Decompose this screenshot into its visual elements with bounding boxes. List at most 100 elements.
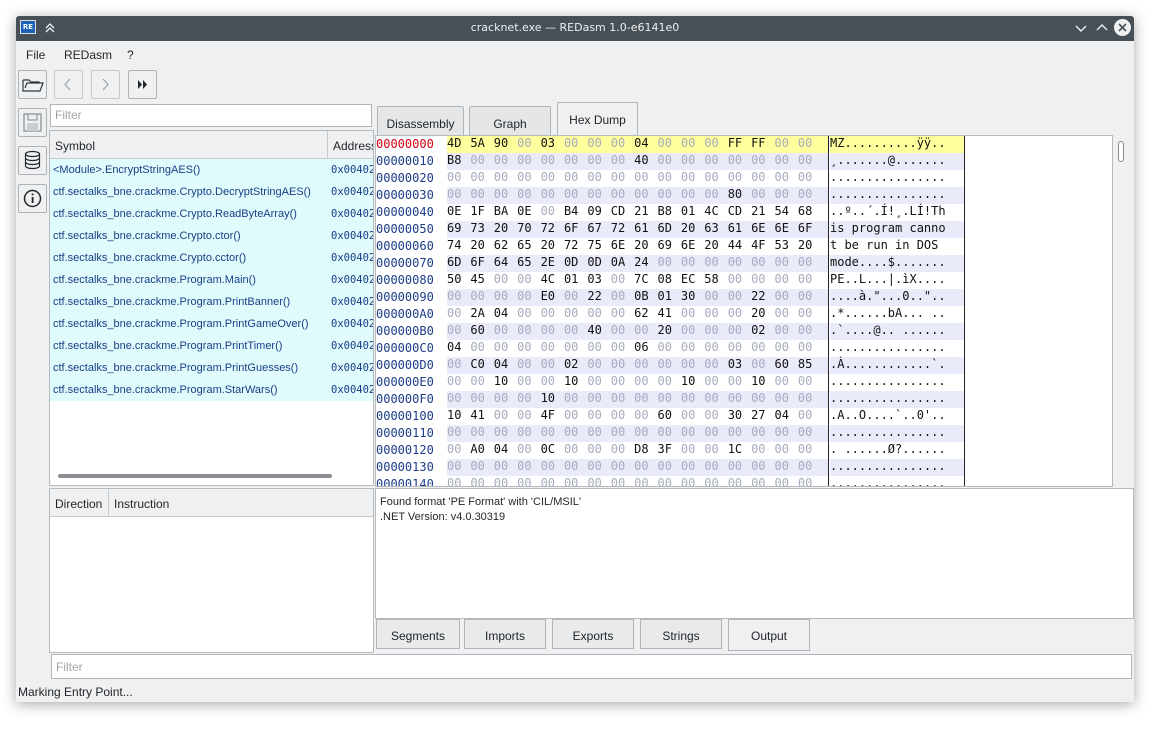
hex-byte: 00 bbox=[774, 272, 789, 286]
symbol-column-header[interactable]: Symbol bbox=[50, 131, 328, 159]
hex-row[interactable]: 00000100 10 41 00 00 4F 00 00 00 00 60 00 00 30 27 04 00… bbox=[376, 408, 966, 425]
info-icon[interactable] bbox=[18, 184, 47, 213]
hex-byte: 00 bbox=[704, 323, 719, 337]
hex-byte: 00 bbox=[610, 306, 626, 320]
hex-byte: 6F bbox=[563, 221, 579, 235]
hex-byte: 00 bbox=[657, 425, 672, 439]
symbol-row[interactable]: ctf.sectalks_bne.crackme.Crypto.ctor() 0x… bbox=[50, 225, 373, 247]
hex-byte: 00 bbox=[540, 357, 556, 371]
hex-row[interactable]: 000000F0 00 00 00 00 10 00 00 00 00 00 00 00 00 00 00 00… bbox=[376, 391, 966, 408]
horizontal-scrollbar[interactable] bbox=[58, 474, 332, 478]
hex-row[interactable]: 00000050 69 73 20 70 72 6F 67 72 61 6D 20 63 61 6E 6E 6F… bbox=[376, 221, 966, 238]
hex-row[interactable]: 000000B0 00 60 00 00 00 00 40 00 00 20 00 00 00 02 00 00… bbox=[376, 323, 966, 340]
hex-byte: 00 bbox=[657, 255, 672, 269]
hex-byte: 00 bbox=[704, 289, 719, 303]
hex-byte: 00 bbox=[797, 306, 813, 320]
forward-button[interactable] bbox=[91, 70, 120, 99]
title-bar: RE cracknet.exe — REDasm 1.0-e6141e0 bbox=[16, 16, 1134, 41]
symbol-row[interactable]: ctf.sectalks_bne.crackme.Crypto.cctor() 0… bbox=[50, 247, 373, 269]
tab-graph[interactable]: Graph bbox=[469, 106, 551, 137]
hex-byte: 02 bbox=[751, 323, 766, 337]
hex-byte: 00 bbox=[704, 153, 719, 167]
hex-byte: 74 bbox=[447, 238, 462, 252]
menu-file[interactable]: File bbox=[26, 48, 45, 62]
hex-byte: 00 bbox=[751, 153, 766, 167]
symbol-row[interactable]: ctf.sectalks_bne.crackme.Program.StarWar… bbox=[50, 379, 373, 401]
instruction-column-header[interactable]: Instruction bbox=[109, 489, 373, 517]
hex-row[interactable]: 00000090 00 00 00 00 E0 00 22 00 0B 01 30 00 00 22 00 00… bbox=[376, 289, 966, 306]
hex-row[interactable]: 00000020 00 00 00 00 00 00 00 00 00 00 00 00 00 00 00 00… bbox=[376, 170, 966, 187]
hex-byte: 10 bbox=[563, 374, 579, 388]
symbol-row[interactable]: ctf.sectalks_bne.crackme.Program.PrintBa… bbox=[50, 291, 373, 313]
symbol-row[interactable]: ctf.sectalks_bne.crackme.Program.PrintGa… bbox=[50, 313, 373, 335]
symbol-row[interactable]: ctf.sectalks_bne.crackme.Program.Main() 0… bbox=[50, 269, 373, 291]
tab-imports[interactable]: Imports bbox=[464, 619, 546, 649]
hex-row[interactable]: 00000140 00 00 00 00 00 00 00 00 00 00 00 00 00 00 00 00… bbox=[376, 476, 966, 487]
symbol-row[interactable]: ctf.sectalks_bne.crackme.Program.PrintTi… bbox=[50, 335, 373, 357]
hex-byte: 00 bbox=[727, 374, 743, 388]
symbol-address: 0x00402 bbox=[331, 274, 373, 286]
symbol-row[interactable]: ctf.sectalks_bne.crackme.Crypto.DecryptS… bbox=[50, 181, 373, 203]
hex-byte: 00 bbox=[657, 476, 672, 487]
symbol-row[interactable]: <Module>.EncryptStringAES() 0x00402 bbox=[50, 159, 373, 181]
hex-byte: 4F bbox=[751, 238, 766, 252]
hex-bytes: 04 00 00 00 00 00 00 00 06 00 00 00 00 00 00 00 bbox=[447, 340, 828, 357]
hex-row[interactable]: 000000A0 00 2A 04 00 00 00 00 00 62 41 00 00 00 20 00 00… bbox=[376, 306, 966, 323]
hex-byte: 00 bbox=[493, 289, 509, 303]
hex-byte: 0A bbox=[610, 255, 626, 269]
tab-segments[interactable]: Segments bbox=[376, 619, 460, 649]
vertical-scrollbar[interactable] bbox=[1118, 141, 1124, 162]
hex-row[interactable]: 00000110 00 00 00 00 00 00 00 00 00 00 00 00 00 00 00 00… bbox=[376, 425, 966, 442]
hex-row[interactable]: 00000030 00 00 00 00 00 00 00 00 00 00 00 00 80 00 00 00… bbox=[376, 187, 966, 204]
symbol-name: ctf.sectalks_bne.crackme.Crypto.ReadByte… bbox=[53, 208, 297, 220]
hex-byte: 69 bbox=[657, 238, 672, 252]
hex-row[interactable]: 00000010 B8 00 00 00 00 00 00 00 40 00 00 00 00 00 00 00… bbox=[376, 153, 966, 170]
hex-row[interactable]: 00000060 74 20 62 65 20 72 75 6E 20 69 6E 20 44 4F 53 20… bbox=[376, 238, 966, 255]
hex-byte: 00 bbox=[493, 187, 509, 201]
hex-offset: 00000050 bbox=[376, 222, 434, 236]
tab-strings[interactable]: Strings bbox=[640, 619, 722, 649]
hex-byte: 00 bbox=[540, 425, 556, 439]
save-database-button[interactable] bbox=[18, 108, 47, 137]
hex-bytes: 00 C0 04 00 00 02 00 00 00 00 00 00 03 00 60 85 bbox=[447, 357, 828, 374]
address-column-header[interactable]: Address bbox=[328, 131, 373, 159]
hex-byte: 00 bbox=[447, 425, 462, 439]
tab-exports[interactable]: Exports bbox=[552, 619, 634, 649]
hex-byte: 0E bbox=[447, 204, 462, 218]
goto-icon[interactable] bbox=[128, 70, 157, 99]
hex-row[interactable]: 00000130 00 00 00 00 00 00 00 00 00 00 00 00 00 00 00 00… bbox=[376, 459, 966, 476]
hex-byte: 68 bbox=[797, 204, 813, 218]
hex-offset: 00000120 bbox=[376, 443, 434, 457]
symbol-row[interactable]: ctf.sectalks_bne.crackme.Crypto.ReadByte… bbox=[50, 203, 373, 225]
maximize-icon[interactable] bbox=[1094, 20, 1110, 36]
hex-byte: 00 bbox=[704, 425, 719, 439]
hex-byte: 4D bbox=[447, 136, 462, 150]
hex-row[interactable]: 00000080 50 45 00 00 4C 01 03 00 7C 08 EC 58 00 00 00 00… bbox=[376, 272, 966, 289]
hex-row[interactable]: 00000000 4D 5A 90 00 03 00 00 00 04 00 00 00 FF FF 00 00… bbox=[376, 136, 966, 153]
open-file-button[interactable] bbox=[18, 70, 47, 99]
hex-row[interactable]: 000000C0 04 00 00 00 00 00 00 00 06 00 00 00 00 00 00 00… bbox=[376, 340, 966, 357]
back-button[interactable] bbox=[54, 70, 83, 99]
hex-byte: 22 bbox=[587, 289, 602, 303]
hex-row[interactable]: 00000040 0E 1F BA 0E 00 B4 09 CD 21 B8 01 4C CD 21 54 68… bbox=[376, 204, 966, 221]
symbol-filter-input[interactable]: Filter bbox=[50, 104, 372, 127]
hex-ascii: .A..O....`..0'.. bbox=[830, 408, 946, 422]
command-filter-input[interactable]: Filter bbox=[51, 654, 1132, 679]
hex-row[interactable]: 000000D0 00 C0 04 00 00 02 00 00 00 00 00 00 03 00 60 85… bbox=[376, 357, 966, 374]
hex-row[interactable]: 000000E0 00 00 10 00 00 10 00 00 00 00 10 00 00 10 00 00… bbox=[376, 374, 966, 391]
hex-dump-view[interactable]: 00000000 4D 5A 90 00 03 00 00 00 04 00 00 00 FF FF 00 00… bbox=[375, 135, 1113, 487]
hex-byte: 4C bbox=[540, 272, 556, 286]
tab-output[interactable]: Output bbox=[728, 619, 810, 651]
hex-row[interactable]: 00000120 00 A0 04 00 0C 00 00 00 D8 3F 00 00 1C 00 00 00… bbox=[376, 442, 966, 459]
hex-row[interactable]: 00000070 6D 6F 64 65 2E 0D 0D 0A 24 00 00 00 00 00 00 00… bbox=[376, 255, 966, 272]
close-icon[interactable] bbox=[1114, 19, 1131, 36]
symbol-row[interactable]: ctf.sectalks_bne.crackme.Program.PrintGu… bbox=[50, 357, 373, 379]
database-icon[interactable] bbox=[18, 146, 47, 175]
minimize-icon[interactable] bbox=[1073, 20, 1089, 36]
tab-hex-dump[interactable]: Hex Dump bbox=[557, 102, 638, 135]
menu-redasm[interactable]: REDasm bbox=[64, 48, 112, 62]
tab-disassembly[interactable]: Disassembly bbox=[377, 106, 464, 137]
menu-help[interactable]: ? bbox=[127, 48, 134, 62]
hex-byte: 00 bbox=[727, 340, 743, 354]
direction-column-header[interactable]: Direction bbox=[50, 489, 109, 517]
